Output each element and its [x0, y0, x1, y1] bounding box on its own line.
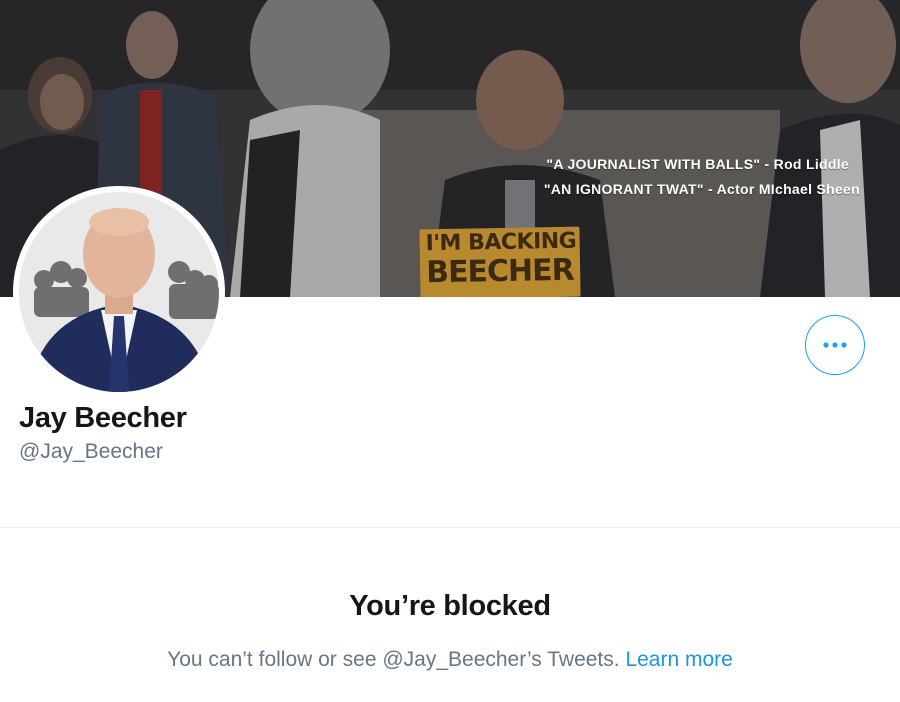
- blocked-title: You’re blocked: [349, 590, 551, 622]
- blocked-message: You can’t follow or see @Jay_Beecher’s T…: [0, 648, 900, 672]
- profile-page: I'M BACKING BEECHER "A JOURNALIST WITH B…: [0, 0, 900, 702]
- avatar-image: [19, 192, 219, 392]
- learn-more-link[interactable]: Learn more: [625, 648, 732, 671]
- more-options-button[interactable]: [805, 315, 865, 375]
- profile-handle: @Jay_Beecher: [19, 440, 163, 463]
- blocked-message-text: You can’t follow or see @Jay_Beecher’s T…: [167, 648, 620, 671]
- profile-display-name: Jay Beecher: [19, 402, 187, 434]
- banner-quote-1: "A JOURNALIST WITH BALLS" - Rod Liddle: [546, 156, 849, 172]
- banner-quote-2: "AN IGNORANT TWAT" - Actor MIchael Sheen: [543, 181, 860, 197]
- campaign-sign: I'M BACKING BEECHER: [419, 226, 581, 297]
- avatar-portrait: [19, 192, 219, 392]
- more-horizontal-icon: [823, 342, 847, 348]
- sign-text-line-2: BEECHER: [425, 252, 575, 291]
- section-divider: [0, 527, 900, 528]
- avatar[interactable]: [13, 186, 225, 398]
